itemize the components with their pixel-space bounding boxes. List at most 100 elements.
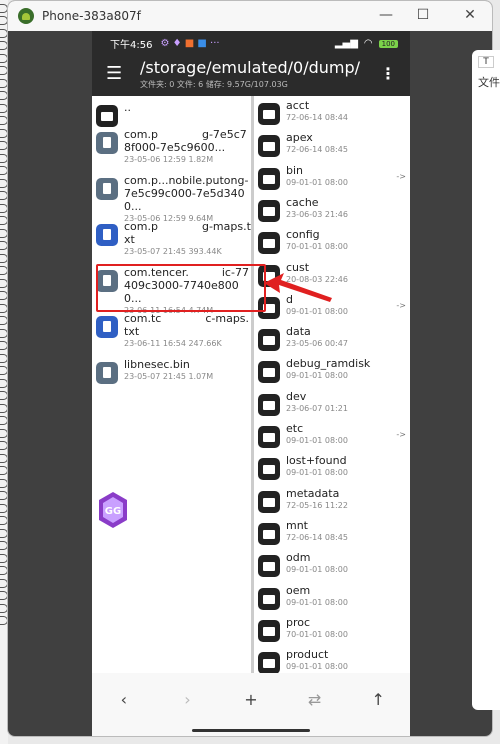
item-meta: 23-05-07 21:45 1.07M: [124, 372, 214, 381]
item-meta: 72-06-14 08:45: [286, 532, 348, 542]
item-meta: 72-06-14 08:45: [286, 145, 348, 155]
folder-list-item[interactable]: product 09-01-01 08:00: [258, 648, 410, 673]
close-button[interactable]: ✕: [460, 7, 480, 23]
signal-icon: ▂▄▆: [334, 38, 358, 49]
folder-icon: [258, 522, 280, 545]
side-panel: T 文件: [472, 50, 500, 710]
wifi-icon: ◠: [363, 38, 373, 49]
folder-icon: [258, 135, 280, 158]
item-meta: 23-05-07 21:45 393.44K: [124, 247, 222, 256]
file-list-item[interactable]: com.p...nobile.putong-7e5c99c000-7e5d340…: [96, 174, 251, 224]
item-meta: 72-05-16 11:22: [286, 500, 348, 510]
item-meta: 23-06-11 16:54 247.66K: [124, 339, 222, 348]
item-meta: 23-05-06 00:47: [286, 339, 348, 349]
folder-list-item[interactable]: bin 09-01-01 08:00 ->: [258, 164, 410, 190]
folder-list-item[interactable]: oem 09-01-01 08:00: [258, 584, 410, 610]
item-name: cache: [286, 195, 319, 209]
back-button[interactable]: ‹: [109, 690, 139, 709]
item-meta: 09-01-01 08:00: [286, 662, 348, 672]
notification-icons: ⚙ ♦ ■ ■ ···: [160, 38, 220, 49]
symlink-indicator: ->: [396, 430, 406, 439]
item-meta: 09-01-01 08:00: [286, 597, 348, 607]
item-name: com.p...nobile.putong-7e5c99c000-7e5d340…: [124, 174, 249, 213]
window-title: Phone-383a807f: [42, 9, 141, 23]
item-name: com.p g-7e5c78f000-7e5c9600...: [124, 128, 247, 154]
folder-list-item[interactable]: dev 23-06-07 01:21: [258, 390, 410, 416]
folder-list-item[interactable]: mnt 72-06-14 08:45: [258, 519, 410, 545]
file-list-item[interactable]: com.tc c-maps.txt 23-06-11 16:54 247.66K: [96, 312, 251, 349]
minimize-button[interactable]: —: [376, 7, 396, 23]
menu-icon[interactable]: ☰: [106, 65, 122, 83]
symlink-indicator: ->: [396, 171, 406, 181]
folder-icon: [258, 199, 280, 222]
swap-panes-button[interactable]: ⇄: [300, 690, 330, 709]
more-options-icon[interactable]: ⋮: [380, 64, 396, 83]
folder-list-item[interactable]: etc 09-01-01 08:00 ->: [258, 422, 410, 448]
red-highlight-box: [96, 264, 266, 312]
item-meta: 23-06-03 21:46: [286, 209, 348, 219]
folder-icon: [96, 105, 118, 127]
item-name: odm: [286, 551, 311, 565]
folder-icon: [258, 555, 280, 578]
folder-list-item[interactable]: metadata 72-05-16 11:22: [258, 487, 410, 513]
home-indicator[interactable]: [192, 729, 310, 732]
folder-list-item[interactable]: data 23-05-06 00:47: [258, 325, 410, 352]
item-meta: 09-01-01 08:00: [286, 371, 348, 381]
file-icon: [96, 362, 118, 384]
folder-icon: [258, 587, 280, 610]
folder-list-item[interactable]: cache 23-06-03 21:46: [258, 196, 410, 222]
status-bar: 下午4:56 ⚙ ♦ ■ ■ ··· ▂▄▆ ◠ 100: [92, 31, 410, 56]
toolbar: ☰ /storage/emulated/0/dump/ 文件夹: 0 文件: 6…: [92, 56, 410, 96]
side-panel-button[interactable]: T: [478, 56, 494, 68]
status-time: 下午4:56: [110, 40, 153, 51]
item-meta: 23-06-07 01:21: [286, 403, 348, 413]
maximize-button[interactable]: ☐: [413, 7, 433, 23]
item-name: metadata: [286, 486, 340, 500]
folder-icon: [258, 167, 280, 190]
folder-icon: [258, 652, 280, 673]
android-icon: [18, 8, 34, 24]
folder-list-item[interactable]: odm 09-01-01 08:00: [258, 551, 410, 578]
file-list-item[interactable]: com.p g-7e5c78f000-7e5c9600... 23-05-06 …: [96, 128, 251, 165]
folder-list-item[interactable]: lost+found 09-01-01 08:00: [258, 454, 410, 481]
right-file-pane[interactable]: acct 72-06-14 08:44 apex 72-06-14 08:45 …: [251, 96, 410, 673]
item-name: oem: [286, 583, 311, 597]
file-list-item[interactable]: com.p g-maps.txt 23-05-07 21:45 393.44K: [96, 220, 251, 257]
phone-screen: 下午4:56 ⚙ ♦ ■ ■ ··· ▂▄▆ ◠ 100 ☰ /storage/…: [92, 31, 410, 736]
current-path: /storage/emulated/0/dump/: [140, 58, 361, 77]
folder-list-item[interactable]: proc 70-01-01 08:00: [258, 616, 410, 642]
item-name: proc: [286, 615, 311, 629]
item-name: libnesec.bin: [124, 358, 190, 371]
add-button[interactable]: +: [236, 690, 266, 709]
forward-button[interactable]: ›: [172, 690, 202, 709]
item-name: ..: [124, 101, 131, 114]
txt-icon: [96, 316, 118, 338]
svg-text:GG: GG: [105, 506, 121, 517]
folder-icon: [258, 361, 280, 384]
folder-list-item[interactable]: apex 72-06-14 08:45: [258, 131, 410, 158]
item-name: apex: [286, 131, 313, 145]
file-icon: [96, 178, 118, 200]
item-name: debug_ramdisk: [286, 357, 371, 371]
folder-list-item[interactable]: debug_ramdisk 09-01-01 08:00: [258, 357, 410, 384]
folder-icon: [258, 426, 280, 448]
symlink-indicator: ->: [396, 300, 406, 310]
item-name: etc: [286, 422, 304, 435]
txt-icon: [96, 224, 118, 246]
item-meta: 70-01-01 08:00: [286, 629, 348, 639]
item-name: bin: [286, 163, 304, 177]
left-file-pane[interactable]: .. com.p g-7e5c78f000-7e5c9600... 23-05-…: [92, 96, 251, 673]
file-list-item[interactable]: libnesec.bin 23-05-07 21:45 1.07M: [96, 358, 251, 384]
red-arrow-annotation: [264, 273, 332, 302]
folder-list-item[interactable]: acct 72-06-14 08:44: [258, 99, 410, 125]
folder-icon: [258, 232, 280, 255]
item-name: com.p g-maps.txt: [124, 220, 251, 246]
item-name: acct: [286, 99, 310, 112]
parent-folder-button[interactable]: ↑: [363, 690, 393, 709]
file-list-item[interactable]: ..: [96, 101, 251, 127]
folder-icon: [258, 103, 280, 125]
gameguardian-icon[interactable]: GG: [98, 491, 128, 529]
file-icon: [96, 132, 118, 154]
title-bar: Phone-383a807f — ☐ ✕: [8, 1, 492, 31]
folder-list-item[interactable]: config 70-01-01 08:00: [258, 228, 410, 255]
